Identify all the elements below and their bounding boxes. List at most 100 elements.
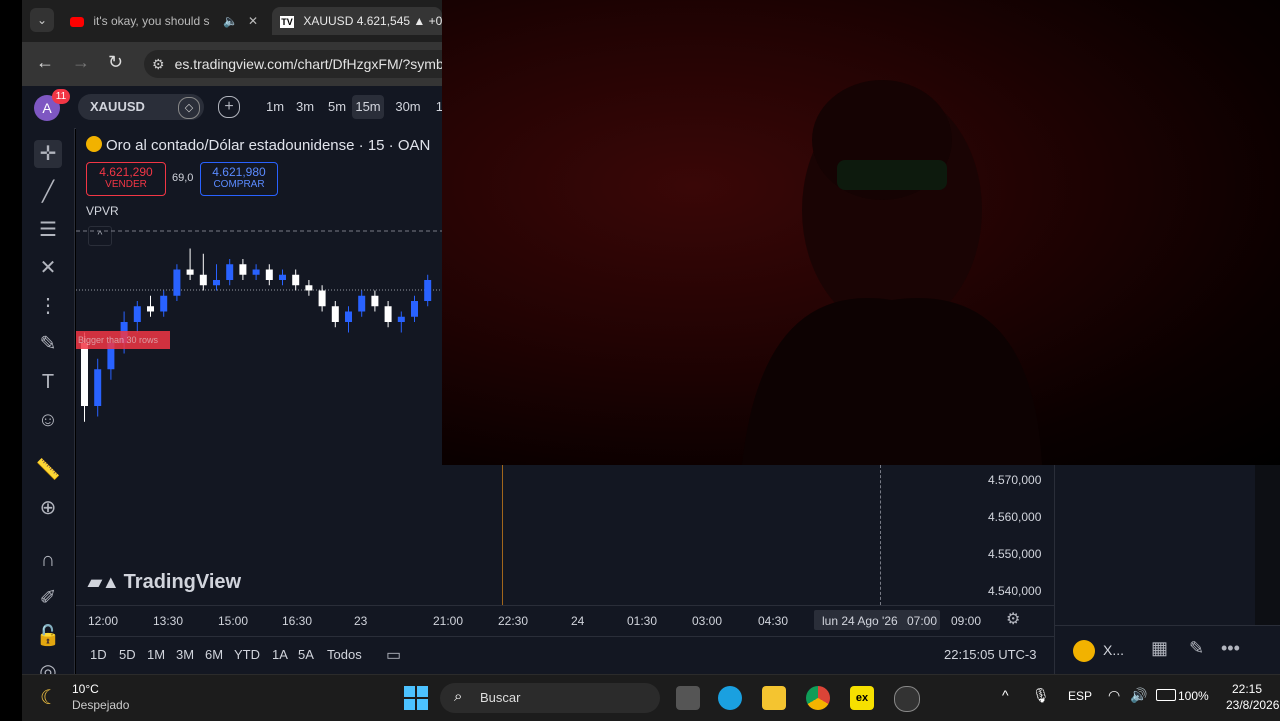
candle <box>292 269 300 291</box>
ruler-icon[interactable]: 📏 <box>34 456 62 484</box>
candle-body <box>160 295 168 312</box>
obs-icon[interactable] <box>894 686 920 712</box>
timeframe-3m[interactable]: 3m <box>292 95 318 119</box>
battery-icon[interactable] <box>1156 689 1176 701</box>
range-5d[interactable]: 5D <box>119 647 136 662</box>
candle-body <box>318 290 326 307</box>
tab-search-icon[interactable]: ⌄ <box>30 8 54 32</box>
url-input[interactable]: ⚙ es.tradingview.com/chart/DfHzgxFM/?symb <box>144 50 444 78</box>
language-label[interactable]: ESP <box>1068 689 1092 703</box>
diamond-icon[interactable]: ◇ <box>178 97 200 119</box>
back-icon[interactable]: ← <box>36 52 56 76</box>
browser-tab-bar: ⌄ it's okay, you should s 🔈 ✕ TV XAUUSD … <box>22 0 442 42</box>
pattern-icon[interactable]: ✕ <box>34 254 62 282</box>
taskview-icon[interactable] <box>676 686 700 710</box>
watchlist-symbol[interactable]: X... <box>1103 642 1124 658</box>
candle <box>199 253 207 291</box>
timeframe-1m[interactable]: 1m <box>262 95 288 119</box>
candle-body <box>252 269 260 275</box>
tab-youtube[interactable]: it's okay, you should s 🔈 ✕ <box>64 7 264 35</box>
search-box[interactable]: ⌕ Buscar <box>440 683 660 713</box>
symbol-search[interactable]: XAUUSD ◇ <box>78 94 204 120</box>
clock-time[interactable]: 22:15 <box>1232 682 1280 696</box>
time-tick-label: 22:30 <box>498 614 529 628</box>
youtube-icon <box>70 16 84 27</box>
timeframe-5m[interactable]: 5m <box>324 95 350 119</box>
price-axis[interactable]: 4.570,000 4.560,000 4.550,000 4.540,000 <box>960 465 1054 605</box>
zoom-icon[interactable]: ⊕ <box>34 494 62 522</box>
edit-icon[interactable]: ✎ <box>1189 638 1204 659</box>
mic-icon[interactable]: 🎙 <box>1032 687 1050 704</box>
prediction-icon[interactable]: ⋮ <box>34 292 62 320</box>
candle-body <box>147 306 154 312</box>
search-label: Buscar <box>480 690 521 705</box>
timeframe-30m[interactable]: 30m <box>392 95 424 119</box>
weather-temp[interactable]: 10°C <box>72 682 99 696</box>
edge-icon[interactable] <box>718 686 742 710</box>
exness-icon[interactable]: ex <box>850 686 874 710</box>
tray-chevron-icon[interactable]: ^ <box>1002 687 1009 703</box>
speaker-icon[interactable]: 🔈 <box>223 7 238 35</box>
candle-body <box>411 301 418 317</box>
time-settings-icon[interactable]: ⚙ <box>1006 609 1020 629</box>
tradingview-watermark: ▰▲ TradingView <box>88 571 241 594</box>
text-icon[interactable]: T <box>34 368 62 396</box>
pencil-lock-icon[interactable]: ✐ <box>34 584 62 612</box>
chrome-icon[interactable] <box>806 686 830 710</box>
reload-icon[interactable]: ↻ <box>108 52 128 76</box>
candle <box>424 274 432 307</box>
candle-body <box>173 269 181 296</box>
tv-top-toolbar: A 11 XAUUSD ◇ + 1m3m5m15m30m1h <box>22 86 450 129</box>
fib-icon[interactable]: ☰ <box>34 216 62 244</box>
range-todos[interactable]: Todos <box>327 647 362 662</box>
price-tick-label: 4.540,000 <box>988 584 1042 598</box>
site-settings-icon[interactable]: ⚙ <box>152 56 165 72</box>
watchlist-bar: X... ▦ ✎ ••• <box>1055 625 1280 674</box>
candle <box>345 306 352 333</box>
time-tick-label: 23 <box>354 614 368 628</box>
date-range-icon[interactable]: ▭ <box>386 645 401 665</box>
forward-icon[interactable]: → <box>72 52 92 76</box>
more-icon[interactable]: ••• <box>1221 638 1240 659</box>
tv-logo-icon: ▰▲ <box>88 572 120 592</box>
vpvr-warning: Bigger than 30 rows <box>76 331 170 349</box>
windows-start-icon[interactable] <box>404 686 428 710</box>
price-tick-label: 4.560,000 <box>988 510 1042 524</box>
volume-icon[interactable]: 🔊 <box>1130 687 1147 704</box>
time-tick-label: 09:00 <box>951 614 982 628</box>
range-6m[interactable]: 6M <box>205 647 223 662</box>
lock-icon[interactable]: 🔓 <box>34 622 62 650</box>
range-1d[interactable]: 1D <box>90 647 107 662</box>
layout-grid-icon[interactable]: ▦ <box>1151 638 1168 659</box>
candle <box>94 358 102 417</box>
crosshair-icon[interactable]: ✛ <box>34 140 62 168</box>
file-explorer-icon[interactable] <box>762 686 786 710</box>
close-tab-icon[interactable]: ✕ <box>248 7 258 35</box>
range-5a[interactable]: 5A <box>298 647 314 662</box>
range-1m[interactable]: 1M <box>147 647 165 662</box>
candle-body <box>279 274 286 280</box>
chart-pane-lower[interactable]: ▰▲ TradingView <box>76 465 1054 605</box>
compare-add-icon[interactable]: + <box>218 96 240 118</box>
clock-label[interactable]: 22:15:05 UTC-3 <box>944 647 1037 662</box>
tab-title: it's okay, you should s <box>93 14 210 28</box>
candle <box>252 264 260 280</box>
trendline-icon[interactable]: ╱ <box>34 178 62 206</box>
range-1a[interactable]: 1A <box>272 647 288 662</box>
candle-body <box>226 264 234 280</box>
range-3m[interactable]: 3M <box>176 647 194 662</box>
watermark-text: TradingView <box>123 571 242 593</box>
right-strip <box>1255 465 1280 625</box>
range-ytd[interactable]: YTD <box>234 647 260 662</box>
chart-pane[interactable]: Oro al contado/Dólar estadounidense · 15… <box>76 128 442 465</box>
time-axis[interactable]: ⚙ 12:00 13:30 15:00 16:30 23 21:00 22:30 24 01:3… <box>76 605 1054 636</box>
moon-icon: ☾ <box>40 687 58 709</box>
emoji-icon[interactable]: ☺ <box>34 406 62 434</box>
candle <box>213 264 220 291</box>
wifi-icon[interactable]: ◠ <box>1108 687 1120 704</box>
tab-tradingview[interactable]: TV XAUUSD 4.621,545 ▲ +0. <box>272 7 442 35</box>
candle-body <box>397 316 405 322</box>
magnet-icon[interactable]: ∩ <box>34 546 62 574</box>
timeframe-15m[interactable]: 15m <box>352 95 384 119</box>
brush-icon[interactable]: ✎ <box>34 330 62 358</box>
